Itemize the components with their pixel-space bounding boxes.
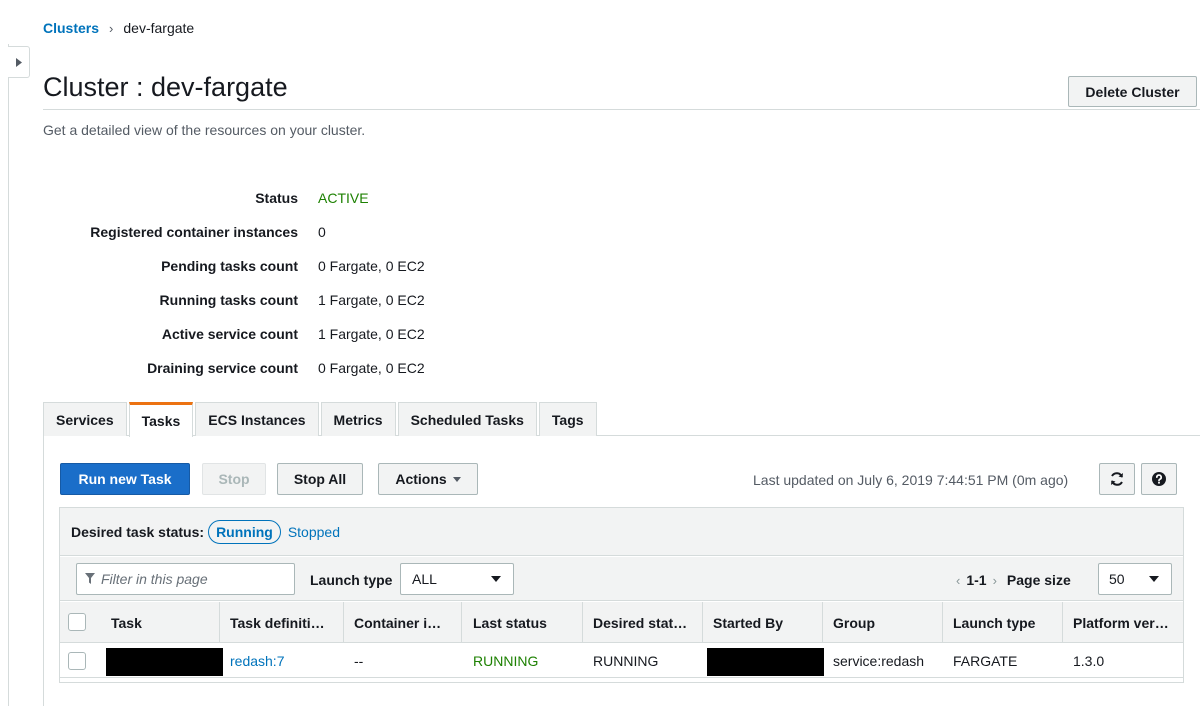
caret-down-icon xyxy=(1149,576,1159,582)
desired-status-bar: Desired task status: Running Stopped xyxy=(60,508,1183,556)
detail-registered-instances: Registered container instances 0 xyxy=(43,224,425,258)
caret-down-icon xyxy=(491,576,501,582)
select-all-checkbox[interactable] xyxy=(68,613,86,631)
last-status-cell: RUNNING xyxy=(473,653,539,669)
detail-value: 1 Fargate, 0 EC2 xyxy=(318,326,425,342)
redacted-task-id[interactable] xyxy=(106,648,223,676)
detail-label: Active service count xyxy=(161,326,298,342)
refresh-icon xyxy=(1111,472,1123,486)
breadcrumb-clusters-link[interactable]: Clusters xyxy=(43,20,99,36)
desired-status-cell: RUNNING xyxy=(593,653,659,669)
detail-value: 0 Fargate, 0 EC2 xyxy=(318,258,425,274)
platform-version-cell: 1.3.0 xyxy=(1073,653,1105,669)
detail-active-services: Active service count 1 Fargate, 0 EC2 xyxy=(43,326,425,360)
actions-label: Actions xyxy=(395,471,447,487)
tasks-table: Desired task status: Running Stopped Lau… xyxy=(59,507,1184,683)
redacted-started-by xyxy=(707,648,824,676)
detail-label: Running tasks count xyxy=(159,292,298,308)
page-size-select[interactable]: 50 xyxy=(1098,563,1172,595)
detail-status: Status ACTIVE xyxy=(43,190,425,224)
breadcrumb-separator: › xyxy=(109,20,114,36)
page-title: Cluster : dev-fargate xyxy=(43,72,288,102)
page-subtitle: Get a detailed view of the resources on … xyxy=(43,122,366,138)
launch-type-value: ALL xyxy=(412,571,437,587)
breadcrumb-current: dev-fargate xyxy=(123,20,195,36)
tab-tasks[interactable]: Tasks xyxy=(128,402,194,437)
tab-metrics[interactable]: Metrics xyxy=(320,402,396,436)
column-task[interactable]: Task xyxy=(101,602,220,643)
detail-pending-tasks: Pending tasks count 0 Fargate, 0 EC2 xyxy=(43,258,425,292)
side-rail xyxy=(8,44,9,706)
desired-status-label: Desired task status: xyxy=(71,523,205,540)
launch-type-select[interactable]: ALL xyxy=(400,563,514,595)
tab-tags[interactable]: Tags xyxy=(538,402,597,436)
pagination: ‹ 1-1 › Page size xyxy=(956,572,1071,588)
row-checkbox[interactable] xyxy=(68,652,86,670)
next-page-button[interactable]: › xyxy=(993,573,997,588)
group-cell: service:redash xyxy=(833,653,925,669)
detail-label: Status xyxy=(255,190,298,206)
launch-type-label: Launch type xyxy=(310,572,393,588)
column-group[interactable]: Group xyxy=(823,602,943,643)
column-task-definition[interactable]: Task definiti… xyxy=(220,602,344,643)
launch-type-cell: FARGATE xyxy=(953,653,1018,669)
page-range: 1-1 xyxy=(966,572,987,588)
last-updated-text: Last updated on July 6, 2019 7:44:51 PM … xyxy=(753,472,1069,488)
column-container-instance[interactable]: Container i… xyxy=(344,602,462,643)
detail-draining-services: Draining service count 0 Fargate, 0 EC2 xyxy=(43,360,425,394)
prev-page-button[interactable]: ‹ xyxy=(956,573,960,588)
status-value: ACTIVE xyxy=(318,190,369,206)
column-launch-type[interactable]: Launch type xyxy=(943,602,1063,643)
task-definition-link[interactable]: redash:7 xyxy=(220,644,284,678)
tab-bar: Services Tasks ECS Instances Metrics Sch… xyxy=(43,402,597,437)
stop-button: Stop xyxy=(202,463,266,495)
funnel-icon xyxy=(85,573,95,584)
refresh-button[interactable] xyxy=(1099,463,1135,495)
detail-label: Pending tasks count xyxy=(161,258,298,274)
detail-running-tasks: Running tasks count 1 Fargate, 0 EC2 xyxy=(43,292,425,326)
detail-value: 0 xyxy=(318,224,326,240)
detail-value: 0 Fargate, 0 EC2 xyxy=(318,360,425,376)
container-instance-cell: -- xyxy=(354,653,364,669)
tab-ecs-instances[interactable]: ECS Instances xyxy=(195,402,319,436)
detail-label: Draining service count xyxy=(147,360,298,376)
filter-input[interactable] xyxy=(76,563,295,595)
cluster-details: Status ACTIVE Registered container insta… xyxy=(43,190,425,394)
filter-bar: Launch type ALL ‹ 1-1 › Page size 50 xyxy=(60,557,1183,601)
column-platform-version[interactable]: Platform ver… xyxy=(1063,602,1183,643)
page-size-label: Page size xyxy=(1006,572,1071,588)
help-icon xyxy=(1152,472,1166,486)
delete-cluster-button[interactable]: Delete Cluster xyxy=(1068,76,1197,107)
caret-right-icon xyxy=(15,57,22,67)
tab-scheduled-tasks[interactable]: Scheduled Tasks xyxy=(397,402,537,436)
run-new-task-button[interactable]: Run new Task xyxy=(60,463,190,495)
column-desired-status[interactable]: Desired stat… xyxy=(583,602,703,643)
tab-services[interactable]: Services xyxy=(43,402,127,436)
stop-all-button[interactable]: Stop All xyxy=(277,463,363,495)
sidebar-toggle-button[interactable] xyxy=(8,46,30,78)
caret-down-icon xyxy=(452,476,461,482)
column-last-status[interactable]: Last status xyxy=(463,602,583,643)
status-filter-stopped[interactable]: Stopped xyxy=(288,524,340,540)
tasks-panel: Run new Task Stop Stop All Actions Last … xyxy=(59,450,1184,683)
column-started-by[interactable]: Started By xyxy=(703,602,823,643)
table-row: redash:7 -- RUNNING RUNNING service:reda… xyxy=(60,644,1183,678)
table-header: Task Task definiti… Container i… Last st… xyxy=(60,602,1183,643)
title-divider xyxy=(43,109,1200,110)
breadcrumb: Clusters › dev-fargate xyxy=(43,20,194,36)
actions-dropdown-button[interactable]: Actions xyxy=(378,463,478,495)
detail-label: Registered container instances xyxy=(90,224,298,240)
tasks-toolbar: Run new Task Stop Stop All Actions Last … xyxy=(59,463,1184,496)
page-size-value: 50 xyxy=(1109,571,1125,587)
help-button[interactable] xyxy=(1141,463,1177,495)
detail-value: 1 Fargate, 0 EC2 xyxy=(318,292,425,308)
status-filter-running[interactable]: Running xyxy=(208,519,281,544)
